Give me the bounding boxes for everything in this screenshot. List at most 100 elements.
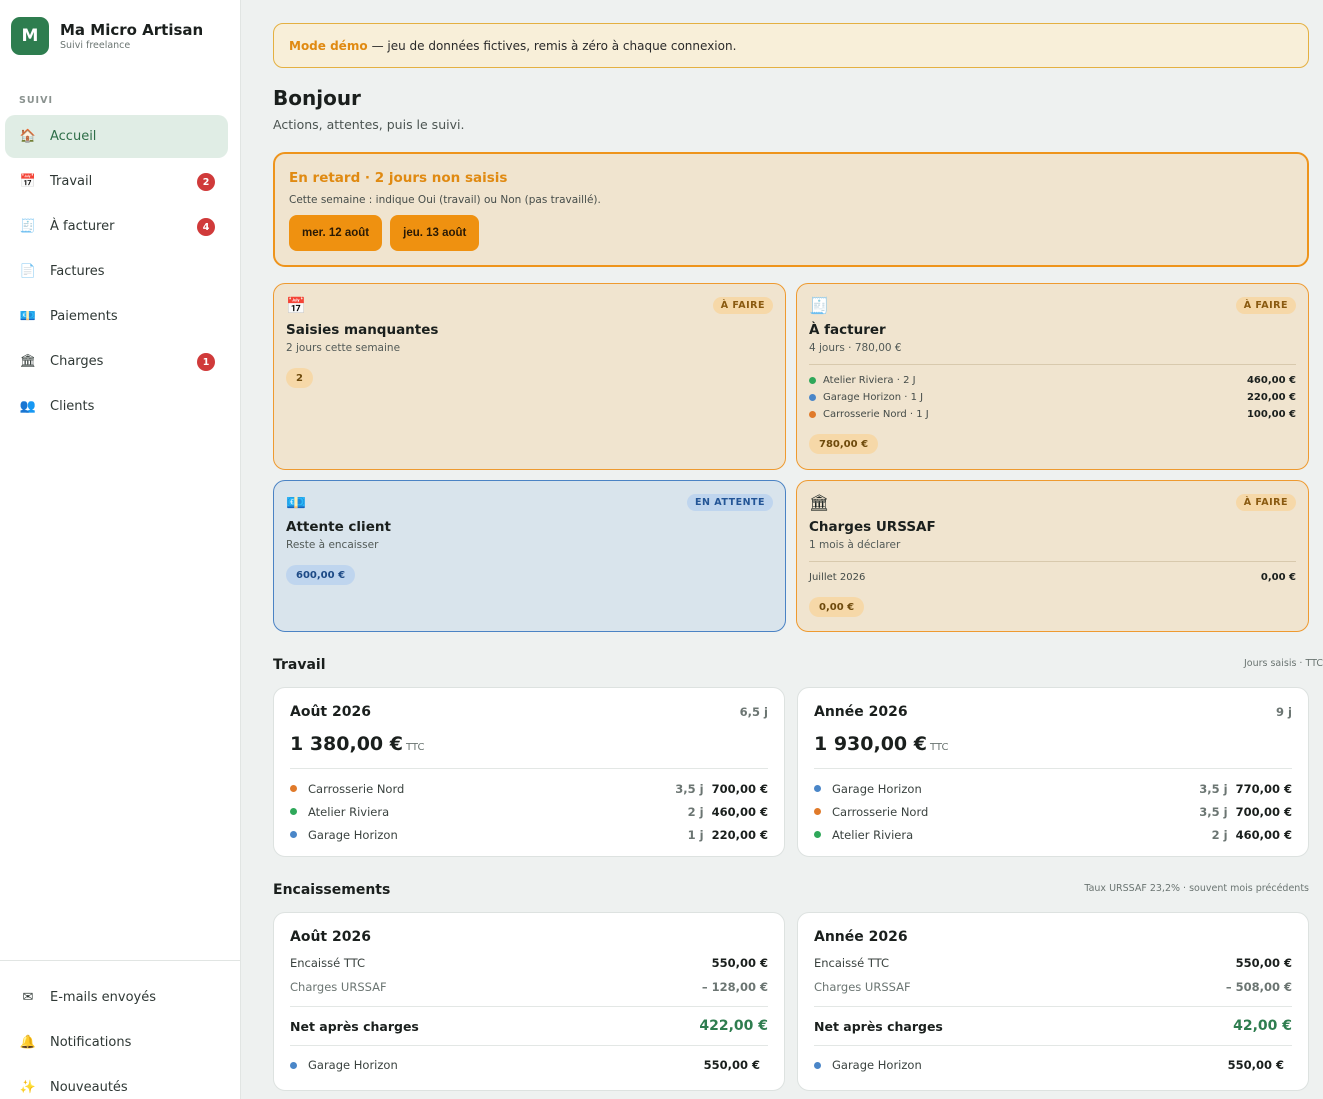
sidebar-item-label: Travail (50, 174, 93, 189)
sidebar-item-label: Charges (50, 354, 104, 369)
month-label: Juillet 2026 (809, 572, 866, 583)
client-dot (814, 785, 821, 792)
sidebar-item-nouveautes[interactable]: ✨ Nouveautés (5, 1066, 228, 1099)
sidebar-item-a-facturer[interactable]: 🧾 À facturer 4 (5, 205, 228, 248)
amount: 700,00 € (1235, 804, 1292, 819)
amount: 460,00 € (1235, 827, 1292, 842)
client-label: Atelier Riviera (308, 804, 390, 819)
waiting-client-card[interactable]: 💶 EN ATTENTE Attente client Reste à enca… (273, 480, 786, 632)
client-list: Carrosserie Nord 3,5 j 700,00 € Atelier … (290, 768, 768, 846)
late-alert-title: En retard · 2 jours non saisis (289, 170, 508, 186)
card-title: Saisies manquantes (286, 322, 439, 338)
users-icon: 👥 (19, 399, 37, 414)
collections-month-panel: Août 2026 Encaissé TTC 550,00 € Charges … (273, 912, 785, 1091)
net-row: Net après charges 42,00 € (814, 1006, 1292, 1046)
missing-entries-card[interactable]: 📅 À FAIRE Saisies manquantes 2 jours cet… (273, 283, 786, 470)
days: 1 j (687, 827, 704, 842)
total-amount: 1 380,00 € (290, 733, 403, 755)
page-subtitle: Actions, attentes, puis le suivi. (273, 117, 465, 132)
client-dot (814, 808, 821, 815)
total-amount: 1 930,00 € (814, 733, 927, 755)
client-dot (290, 831, 297, 838)
collections-year-panel: Année 2026 Encaissé TTC 550,00 € Charges… (797, 912, 1309, 1091)
amount: 0,00 € (1260, 572, 1296, 583)
client-dot (290, 808, 297, 815)
sidebar-item-label: E-mails envoyés (50, 990, 157, 1005)
list-item: Atelier Riviera 2 j 460,00 € (814, 823, 1292, 846)
sidebar-item-emails[interactable]: ✉ E-mails envoyés (5, 976, 228, 1019)
days: 3,5 j (1199, 781, 1228, 796)
days: 2 j (1211, 827, 1228, 842)
client-dot (814, 1061, 821, 1069)
receipt-icon: 🧾 (809, 296, 829, 315)
list-item: Garage Horizon 1 j 220,00 € (290, 823, 768, 846)
missing-day-button[interactable]: mer. 12 août (289, 215, 383, 251)
amount: 550,00 € (703, 1058, 760, 1072)
list-item: Carrosserie Nord · 1 J 100,00 € (809, 406, 1296, 423)
collected-amount: 550,00 € (711, 956, 768, 970)
sidebar-item-label: Nouveautés (50, 1080, 128, 1095)
late-entries-alert: En retard · 2 jours non saisis Cette sem… (273, 152, 1309, 267)
ttc-label: TTC (406, 742, 425, 753)
panel-title: Année 2026 (814, 929, 908, 945)
sidebar-nav: 🏠 Accueil 📅 Travail 2 🧾 À facturer 4 📄 F… (5, 115, 228, 430)
sidebar-item-notifications[interactable]: 🔔 Notifications (5, 1021, 228, 1064)
collected-row: Encaissé TTC 550,00 € (814, 951, 1292, 975)
status-tag: À FAIRE (1235, 494, 1296, 511)
client-label: Atelier Riviera · 2 J (823, 375, 916, 386)
sidebar-item-travail[interactable]: 📅 Travail 2 (5, 160, 228, 203)
client-label: Garage Horizon (308, 827, 398, 842)
days: 2 j (687, 804, 704, 819)
amount-pill: 0,00 € (809, 597, 865, 617)
sidebar-item-label: À facturer (50, 219, 115, 234)
sidebar-item-paiements[interactable]: 💶 Paiements (5, 295, 228, 338)
panel-title: Août 2026 (290, 929, 371, 945)
work-year-panel: Année 2026 9 j 1 930,00 € TTC Garage Hori… (797, 687, 1309, 857)
receipt-icon: 🧾 (19, 219, 37, 234)
sidebar-item-factures[interactable]: 📄 Factures (5, 250, 228, 293)
missing-day-button[interactable]: jeu. 13 août (390, 215, 480, 251)
client-dot (290, 785, 297, 792)
amount: 550,00 € (1227, 1058, 1284, 1072)
client-dot (809, 394, 816, 401)
total-pill: 780,00 € (809, 434, 879, 454)
sidebar-item-charges[interactable]: 🏛 Charges 1 (5, 340, 228, 383)
charges-label: Charges URSSAF (814, 980, 911, 994)
section-title-encaissements: Encaissements (273, 882, 391, 898)
client-dot (814, 831, 821, 838)
panel-title: Année 2026 (814, 704, 908, 720)
amount: 220,00 € (1246, 392, 1296, 403)
brand[interactable]: M Ma Micro Artisan Suivi freelance (11, 17, 203, 55)
section-title-travail: Travail (273, 657, 326, 673)
sidebar-item-accueil[interactable]: 🏠 Accueil (5, 115, 228, 158)
document-icon: 📄 (19, 264, 37, 279)
amount: 100,00 € (1246, 409, 1296, 420)
status-tag: À FAIRE (1235, 297, 1296, 314)
card-subtitle: 2 jours cette semaine (286, 342, 401, 354)
calendar-icon: 📅 (286, 296, 306, 315)
status-tag: À FAIRE (712, 297, 773, 314)
client-dot (809, 377, 816, 384)
charges-amount: – 508,00 € (1225, 980, 1292, 994)
list-item: Carrosserie Nord 3,5 j 700,00 € (290, 777, 768, 800)
late-alert-description: Cette semaine : indique Oui (travail) ou… (289, 194, 601, 206)
to-invoice-card[interactable]: 🧾 À FAIRE À facturer 4 jours · 780,00 € … (796, 283, 1309, 470)
list-item: Garage Horizon 3,5 j 770,00 € (814, 777, 1292, 800)
amount: 770,00 € (1235, 781, 1292, 796)
panel-days: 9 j (1276, 705, 1292, 719)
net-amount: 422,00 € (699, 1018, 768, 1034)
net-row: Net après charges 422,00 € (290, 1006, 768, 1046)
list-item: Atelier Riviera 2 j 460,00 € (290, 800, 768, 823)
ttc-label: TTC (930, 742, 949, 753)
client-label: Garage Horizon (308, 1058, 398, 1072)
charges-row: Charges URSSAF – 508,00 € (814, 975, 1292, 999)
brand-subtitle: Suivi freelance (60, 40, 131, 51)
urssaf-charges-card[interactable]: 🏛 À FAIRE Charges URSSAF 1 mois à déclar… (796, 480, 1309, 632)
sidebar-item-clients[interactable]: 👥 Clients (5, 385, 228, 428)
demo-banner: Mode démo — jeu de données fictives, rem… (273, 23, 1309, 68)
list-item: Juillet 2026 0,00 € (809, 569, 1296, 586)
charges-row: Charges URSSAF – 128,00 € (290, 975, 768, 999)
sidebar-item-label: Factures (50, 264, 105, 279)
bell-icon: 🔔 (19, 1035, 37, 1050)
calendar-icon: 📅 (19, 174, 37, 189)
